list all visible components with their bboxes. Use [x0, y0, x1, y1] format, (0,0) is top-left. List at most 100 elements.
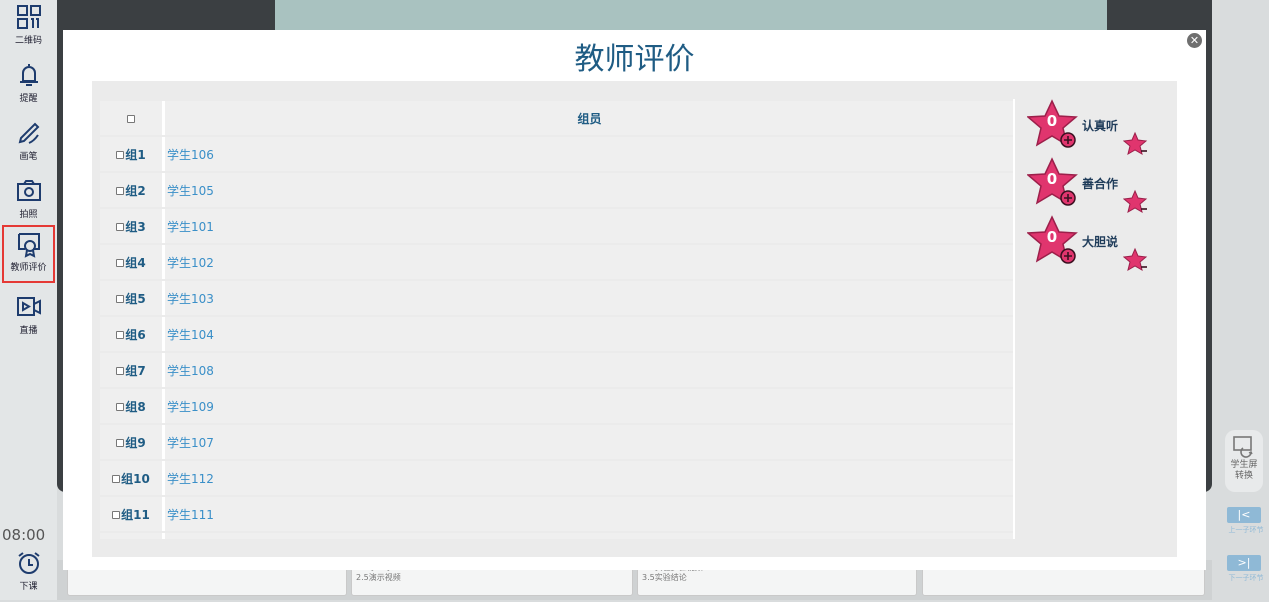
table-row: 组10 学生112	[100, 461, 1014, 495]
select-all-cell	[100, 101, 165, 135]
group-label: 组11	[121, 507, 150, 522]
star-minus-icon[interactable]	[1123, 189, 1149, 215]
member-link[interactable]: 学生104	[167, 328, 214, 342]
member-cell: 学生102	[165, 245, 1014, 279]
sidebar-item-live[interactable]: 直播	[2, 290, 55, 346]
group-checkbox[interactable]	[116, 403, 125, 411]
member-link[interactable]: 学生106	[167, 148, 214, 162]
next-icon: >|	[1237, 556, 1251, 569]
member-link[interactable]: 学生109	[167, 400, 214, 414]
member-link[interactable]: 学生102	[167, 256, 214, 270]
camera-icon	[16, 180, 41, 201]
sidebar-item-pen[interactable]: 画笔	[2, 116, 55, 172]
member-link[interactable]: 学生105	[167, 184, 214, 198]
card-line: 3.5实验结论	[642, 573, 687, 582]
table-row: 组2 学生105	[100, 173, 1014, 207]
group-checkbox[interactable]	[116, 259, 125, 267]
group-checkbox[interactable]	[116, 367, 125, 375]
alarm-clock-icon	[17, 552, 40, 574]
group-label: 组8	[125, 399, 146, 414]
group-label: 组4	[125, 255, 146, 270]
table-row: 组3 学生101	[100, 209, 1014, 243]
group-cell: 组2	[100, 173, 165, 207]
student-screen-switch-button[interactable]: 学生屏转换	[1225, 430, 1263, 492]
table-scrollbar-track[interactable]	[1013, 99, 1015, 539]
member-cell: 学生106	[165, 137, 1014, 171]
pen-icon	[18, 122, 39, 144]
evaluation-item[interactable]: 0 大胆说	[1027, 215, 1157, 275]
group-checkbox[interactable]	[116, 223, 125, 231]
group-checkbox[interactable]	[116, 151, 125, 159]
sidebar-item-teacher-evaluation[interactable]: 教师评价	[2, 225, 55, 283]
next-subsection-label: 下一子环节	[1228, 574, 1264, 582]
star-minus-icon[interactable]	[1123, 247, 1149, 273]
evaluation-name: 认真听	[1082, 119, 1119, 133]
group-cell: 组8	[100, 389, 165, 423]
member-cell: 学生101	[165, 209, 1014, 243]
member-cell: 学生110	[165, 533, 1014, 539]
group-checkbox[interactable]	[116, 187, 125, 195]
dialog-content: 组员 组1 学生106 组2 学生105 组3 学生101 组4 学生102 组…	[92, 81, 1177, 557]
select-all-checkbox[interactable]	[126, 114, 135, 123]
sidebar-item-label: 画笔	[19, 152, 38, 162]
member-cell: 学生104	[165, 317, 1014, 351]
group-label: 组9	[125, 435, 146, 450]
member-cell: 学生107	[165, 425, 1014, 459]
close-icon: ✕	[1189, 34, 1200, 47]
group-cell: 组9	[100, 425, 165, 459]
group-cell: 组10	[100, 461, 165, 495]
sidebar-item-qrcode[interactable]: 二维码	[2, 0, 55, 56]
group-label: 组1	[125, 147, 146, 162]
member-link[interactable]: 学生111	[167, 508, 214, 522]
member-link[interactable]: 学生101	[167, 220, 214, 234]
group-label: 组2	[125, 183, 146, 198]
prev-subsection-button[interactable]: |<	[1227, 507, 1261, 523]
group-checkbox[interactable]	[112, 511, 121, 519]
group-cell: 组7	[100, 353, 165, 387]
table-header-row: 组员	[100, 101, 1014, 135]
evaluation-name: 善合作	[1082, 177, 1119, 191]
member-cell: 学生112	[165, 461, 1014, 495]
group-checkbox[interactable]	[116, 331, 125, 339]
group-cell: 组11	[100, 497, 165, 531]
group-label: 组10	[121, 471, 150, 486]
close-button[interactable]: ✕	[1187, 33, 1202, 48]
evaluation-name: 大胆说	[1082, 235, 1119, 249]
group-checkbox[interactable]	[116, 439, 125, 447]
member-cell: 学生105	[165, 173, 1014, 207]
group-label: 组7	[125, 363, 146, 378]
evaluation-count: 0	[1046, 170, 1058, 188]
member-column-header: 组员	[165, 101, 1014, 135]
evaluation-item[interactable]: 0 认真听	[1027, 99, 1157, 159]
prev-icon: |<	[1237, 508, 1251, 521]
group-checkbox[interactable]	[116, 295, 125, 303]
qrcode-icon	[16, 5, 41, 29]
group-label: 组5	[125, 291, 146, 306]
group-table: 组员 组1 学生106 组2 学生105 组3 学生101 组4 学生102 组…	[100, 99, 1014, 539]
sidebar-item-label: 直播	[19, 326, 38, 336]
group-label: 组3	[125, 219, 146, 234]
sidebar-item-label: 提醒	[19, 94, 38, 104]
table-row: 组7 学生108	[100, 353, 1014, 387]
group-cell: 组3	[100, 209, 165, 243]
sidebar-item-label: 二维码	[14, 36, 42, 46]
member-cell: 学生111	[165, 497, 1014, 531]
member-link[interactable]: 学生112	[167, 472, 214, 486]
member-link[interactable]: 学生107	[167, 436, 214, 450]
sidebar-item-camera[interactable]: 拍照	[2, 174, 55, 230]
member-link[interactable]: 学生108	[167, 364, 214, 378]
member-link[interactable]: 学生103	[167, 292, 214, 306]
group-cell: 组4	[100, 245, 165, 279]
table-row: 组1 学生106	[100, 137, 1014, 171]
next-subsection-button[interactable]: >|	[1227, 555, 1261, 571]
sidebar-item-end-class[interactable]: 下课	[2, 546, 55, 602]
group-table-scroll[interactable]: 组员 组1 学生106 组2 学生105 组3 学生101 组4 学生102 组…	[100, 99, 1014, 539]
member-cell: 学生103	[165, 281, 1014, 315]
star-minus-icon[interactable]	[1123, 131, 1149, 157]
sidebar-item-label: 下课	[19, 582, 38, 592]
group-cell: 组1	[100, 137, 165, 171]
sidebar-item-reminder[interactable]: 提醒	[2, 58, 55, 114]
group-cell: 组12	[100, 533, 165, 539]
group-checkbox[interactable]	[112, 475, 121, 483]
evaluation-item[interactable]: 0 善合作	[1027, 157, 1157, 217]
